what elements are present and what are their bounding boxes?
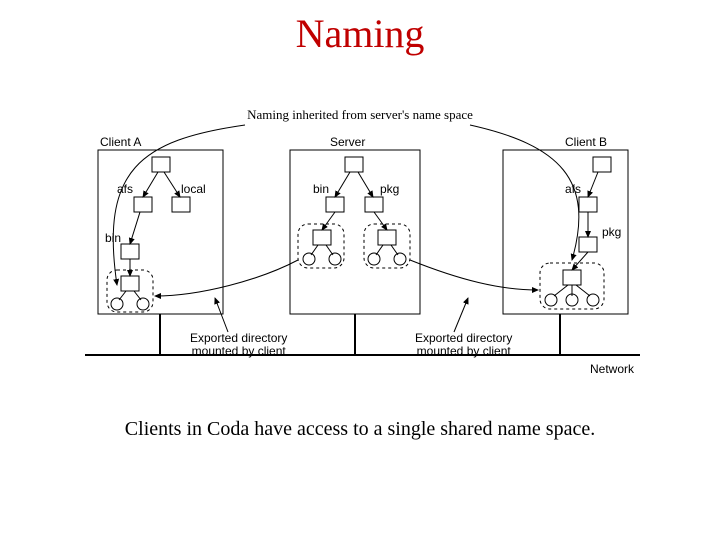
naming-diagram [0,0,720,400]
caption-text: Clients in Coda have access to a single … [0,418,720,441]
